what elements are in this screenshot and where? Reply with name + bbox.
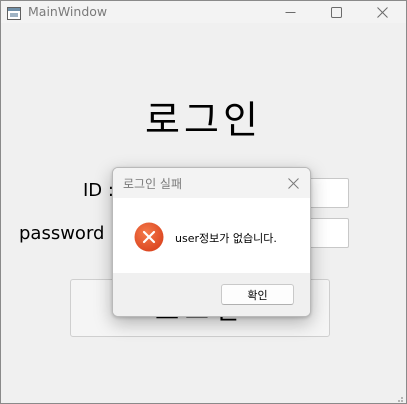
dialog-footer: 확인 — [113, 273, 310, 316]
window-titlebar[interactable]: MainWindow — [1, 1, 406, 23]
dialog-body: user정보가 없습니다. — [113, 198, 310, 275]
resize-grip-icon[interactable] — [394, 391, 404, 402]
dialog-close-button[interactable] — [282, 173, 304, 193]
ok-button[interactable]: 확인 — [221, 284, 294, 305]
minimize-button[interactable] — [267, 1, 313, 23]
close-icon — [376, 3, 388, 22]
dialog-titlebar[interactable]: 로그인 실패 — [113, 168, 310, 198]
maximize-icon — [330, 3, 342, 22]
window-title: MainWindow — [28, 4, 108, 19]
login-failed-dialog: 로그인 실패 user정보가 없습니다. 확인 — [112, 167, 311, 317]
app-window-icon — [7, 5, 21, 20]
dialog-title: 로그인 실패 — [123, 177, 183, 191]
login-heading: 로그인 — [145, 98, 262, 142]
password-label: password : — [19, 223, 117, 244]
close-button[interactable] — [359, 1, 405, 23]
dialog-message: user정보가 없습니다. — [175, 232, 277, 245]
close-icon — [287, 174, 299, 193]
main-window: MainWindow 로그인 ID : password : 로그인 실패 us… — [0, 0, 407, 404]
error-icon — [134, 222, 164, 252]
maximize-button[interactable] — [313, 1, 359, 23]
id-label: ID : — [83, 180, 114, 201]
minimize-icon — [285, 3, 296, 22]
